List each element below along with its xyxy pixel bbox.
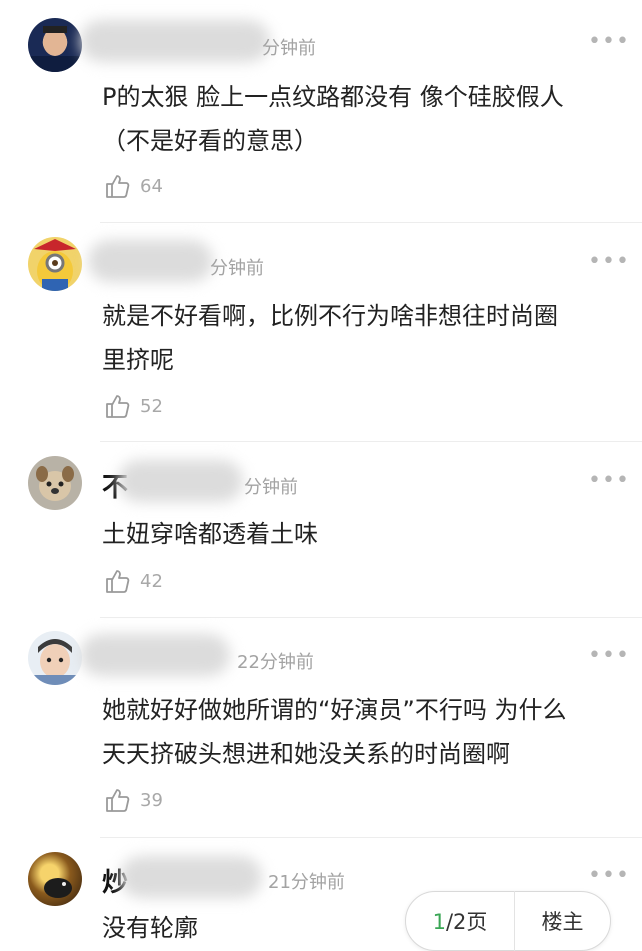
comment-line: 她就好好做她所谓的“好演员”不行吗 为什么 <box>102 696 567 724</box>
avatar[interactable] <box>28 631 82 685</box>
divider <box>100 441 642 442</box>
like-count: 42 <box>140 570 163 592</box>
more-dots-icon[interactable]: ••• <box>588 31 630 53</box>
total-pages: /2页 <box>445 910 488 934</box>
like-button[interactable]: 39 <box>104 786 163 814</box>
avatar-photo <box>36 466 74 501</box>
username-blurred[interactable] <box>80 20 270 62</box>
comment-line: 就是不好看啊，比例不行为啥非想往时尚圈 <box>102 302 558 330</box>
username-blurred[interactable] <box>120 856 262 898</box>
username-blurred[interactable] <box>80 634 230 676</box>
avatar-photo <box>44 878 72 898</box>
comment-time: 分钟前 <box>262 38 316 59</box>
more-dots-icon[interactable]: ••• <box>588 251 630 273</box>
avatar[interactable] <box>28 237 82 291</box>
like-count: 64 <box>140 175 163 197</box>
like-count: 39 <box>140 789 163 811</box>
comment-time: 22分钟前 <box>237 652 314 673</box>
comment-line: 天天挤破头想进和她没关系的时尚圈啊 <box>102 740 510 768</box>
like-button[interactable]: 52 <box>104 392 163 420</box>
comment-time: 分钟前 <box>244 477 298 498</box>
comment-text: 就是不好看啊，比例不行为啥非想往时尚圈 里挤呢 <box>102 294 627 382</box>
divider <box>100 837 642 838</box>
comment-text: P的太狠 脸上一点纹路都没有 像个硅胶假人 （不是好看的意思） <box>102 75 627 163</box>
avatar-photo <box>28 639 82 685</box>
comment-text: 她就好好做她所谓的“好演员”不行吗 为什么 天天挤破头想进和她没关系的时尚圈啊 <box>102 688 627 776</box>
comment-time: 21分钟前 <box>268 872 345 893</box>
comment-line: 里挤呢 <box>102 346 174 374</box>
divider <box>100 222 642 223</box>
username-blurred[interactable] <box>88 240 213 282</box>
page-indicator[interactable]: 1/2页 <box>406 906 514 936</box>
thumbs-up-icon <box>106 789 130 812</box>
divider <box>100 617 642 618</box>
like-count: 52 <box>140 395 163 417</box>
avatar-photo <box>34 239 76 291</box>
avatar[interactable] <box>28 852 82 906</box>
comment-line: （不是好看的意思） <box>102 127 318 155</box>
thumbs-up-icon <box>106 570 130 593</box>
avatar[interactable] <box>28 18 82 72</box>
more-dots-icon[interactable]: ••• <box>588 645 630 667</box>
pagination-pill: 1/2页 楼主 <box>405 891 611 951</box>
more-dots-icon[interactable]: ••• <box>588 470 630 492</box>
comment-line: P的太狠 脸上一点纹路都没有 像个硅胶假人 <box>102 83 564 111</box>
comment-time: 分钟前 <box>210 258 264 279</box>
like-button[interactable]: 42 <box>104 567 163 595</box>
avatar[interactable] <box>28 456 82 510</box>
thumbs-up-icon <box>106 175 130 198</box>
avatar-photo <box>28 26 82 72</box>
thumbs-up-icon <box>106 395 130 418</box>
comment-text: 土妞穿啥都透着土味 <box>102 512 627 556</box>
owner-only-button[interactable]: 楼主 <box>515 906 610 936</box>
comment-line: 土妞穿啥都透着土味 <box>102 520 318 548</box>
current-page: 1 <box>432 910 446 934</box>
more-dots-icon[interactable]: ••• <box>588 865 630 887</box>
username-blurred[interactable] <box>118 460 243 502</box>
like-button[interactable]: 64 <box>104 172 163 200</box>
